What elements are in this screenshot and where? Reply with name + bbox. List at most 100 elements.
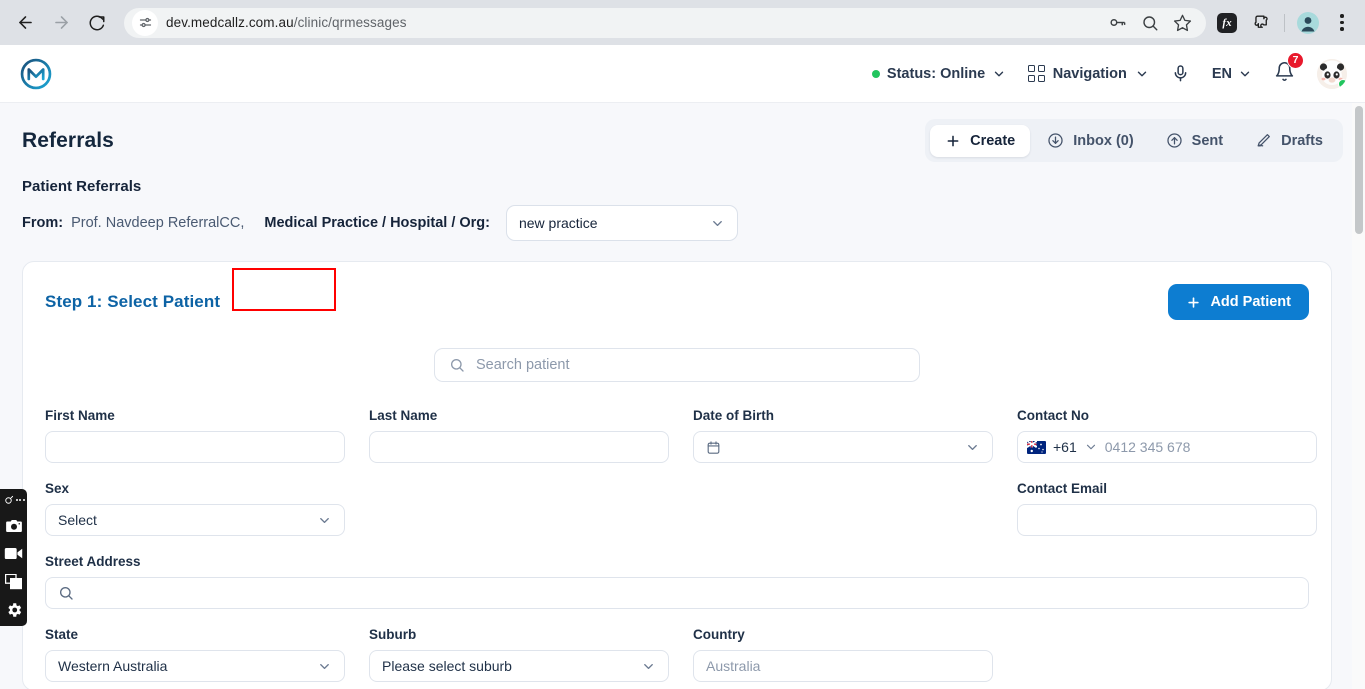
star-icon[interactable] xyxy=(1173,13,1192,32)
settings-gear-button[interactable] xyxy=(0,600,27,619)
dob-input[interactable] xyxy=(693,431,993,463)
contact-email-input[interactable] xyxy=(1017,504,1317,536)
video-record-icon xyxy=(4,547,23,560)
grid-gap xyxy=(669,627,693,682)
page-scrollbar[interactable] xyxy=(1352,103,1365,689)
grid-gap xyxy=(993,408,1017,463)
zoom-search-icon[interactable] xyxy=(1141,14,1159,32)
street-address-input[interactable] xyxy=(45,577,1309,609)
last-name-label: Last Name xyxy=(369,408,438,423)
forward-button[interactable] xyxy=(44,6,78,40)
recorder-logo-handle[interactable] xyxy=(0,493,27,507)
url-text: dev.medcallz.com.au/clinic/qrmessages xyxy=(166,15,407,30)
field-date-of-birth: Date of Birth xyxy=(693,408,993,463)
status-label: Status: Online xyxy=(886,65,986,82)
field-first-name: First Name xyxy=(45,408,345,463)
field-contact-no: Contact No +61 0412 345 678 xyxy=(1017,408,1317,463)
fx-extension-button[interactable]: fx xyxy=(1212,8,1242,38)
inbox-download-icon xyxy=(1048,133,1063,148)
profile-button[interactable] xyxy=(1293,8,1323,38)
back-button[interactable] xyxy=(8,6,42,40)
toolbar-divider xyxy=(1284,13,1285,32)
australia-flag-icon xyxy=(1027,440,1046,454)
tab-drafts-label: Drafts xyxy=(1281,132,1323,149)
camera-screenshot-button[interactable] xyxy=(0,516,27,535)
state-value: Western Australia xyxy=(58,658,168,674)
address-bar[interactable]: dev.medcallz.com.au/clinic/qrmessages xyxy=(124,7,1206,38)
from-label: From: xyxy=(22,215,64,231)
site-settings-button[interactable] xyxy=(132,9,158,36)
add-patient-button[interactable]: Add Patient xyxy=(1168,284,1309,320)
suburb-label: Suburb xyxy=(369,627,417,642)
url-path: /clinic/qrmessages xyxy=(293,15,407,30)
notification-badge: 7 xyxy=(1287,51,1304,69)
field-contact-email: Contact Email xyxy=(1017,481,1317,536)
tab-inbox[interactable]: Inbox (0) xyxy=(1032,124,1148,157)
header-actions: Status: Online Navigation EN 7 xyxy=(871,51,1347,89)
grid-gap xyxy=(993,481,1017,536)
extensions-button[interactable] xyxy=(1246,8,1276,38)
navigation-menu[interactable]: Navigation xyxy=(1028,65,1149,82)
chevron-down-icon xyxy=(1086,444,1095,450)
field-last-name: Last Name xyxy=(369,408,669,463)
notifications-button[interactable]: 7 xyxy=(1274,51,1304,87)
status-dot-icon xyxy=(871,69,880,78)
back-arrow-icon xyxy=(18,16,32,29)
page-header-row: Referrals Create Inbox (0) Sent Drafts xyxy=(0,103,1365,162)
from-value: Prof. Navdeep ReferralCC, xyxy=(71,215,245,231)
patient-form-row-1: First Name Last Name Date of Birth Conta… xyxy=(45,382,1317,463)
scrollbar-thumb[interactable] xyxy=(1354,106,1363,234)
user-avatar[interactable] xyxy=(1317,58,1347,89)
tab-drafts[interactable]: Drafts xyxy=(1240,124,1338,157)
contact-no-input[interactable]: +61 0412 345 678 xyxy=(1017,431,1317,463)
sex-value: Select xyxy=(58,512,97,528)
tab-create[interactable]: Create xyxy=(930,124,1031,157)
omnibox-actions xyxy=(1108,13,1198,32)
field-country: Country Australia xyxy=(693,627,993,682)
tab-sent[interactable]: Sent xyxy=(1151,124,1238,157)
chevron-down-icon xyxy=(320,663,329,669)
forward-arrow-icon xyxy=(54,16,68,29)
browser-menu-button[interactable] xyxy=(1327,8,1357,38)
first-name-input[interactable] xyxy=(45,431,345,463)
step-title: Step 1: Select Patient xyxy=(45,292,221,311)
patient-form-row-2: Sex Select Contact Email xyxy=(45,463,1317,536)
first-name-label: First Name xyxy=(45,408,115,423)
flag-image xyxy=(1027,440,1046,454)
chevron-down-icon xyxy=(713,220,722,226)
grid-gap xyxy=(345,408,369,463)
sex-select[interactable]: Select xyxy=(45,504,345,536)
screen-window-button[interactable] xyxy=(0,572,27,591)
page-content: Referrals Create Inbox (0) Sent Drafts P… xyxy=(0,103,1365,689)
video-record-button[interactable] xyxy=(0,544,27,563)
country-input[interactable]: Australia xyxy=(693,650,993,682)
key-icon[interactable] xyxy=(1108,13,1127,32)
plus-icon xyxy=(947,135,959,146)
chevron-down-icon xyxy=(320,517,329,523)
search-patient-input[interactable]: Search patient xyxy=(434,348,920,382)
dob-label: Date of Birth xyxy=(693,408,774,423)
grid-spacer xyxy=(369,481,669,536)
tab-inbox-label: Inbox (0) xyxy=(1073,132,1134,149)
microphone-icon[interactable] xyxy=(1171,64,1190,83)
language-selector[interactable]: EN xyxy=(1212,66,1252,82)
state-select[interactable]: Western Australia xyxy=(45,650,345,682)
app-header: Status: Online Navigation EN 7 xyxy=(0,45,1365,103)
medcallz-logo[interactable] xyxy=(18,56,54,92)
grid-gap xyxy=(345,627,369,682)
language-label: EN xyxy=(1211,65,1232,82)
field-state: State Western Australia xyxy=(45,627,345,682)
organisation-select[interactable]: new practice xyxy=(505,205,738,241)
last-name-input[interactable] xyxy=(369,431,669,463)
settings-gear-icon xyxy=(7,602,21,617)
suburb-select[interactable]: Please select suburb xyxy=(369,650,669,682)
sent-upload-icon xyxy=(1167,133,1182,148)
browser-extension-area: fx xyxy=(1212,8,1357,38)
search-icon xyxy=(59,587,73,600)
status-selector[interactable]: Status: Online xyxy=(871,65,1006,82)
section-title: Patient Referrals xyxy=(22,178,142,195)
country-code-value: +61 xyxy=(1053,439,1077,455)
suburb-value: Please select suburb xyxy=(382,658,512,674)
reload-button[interactable] xyxy=(80,6,114,40)
search-icon xyxy=(451,359,464,372)
